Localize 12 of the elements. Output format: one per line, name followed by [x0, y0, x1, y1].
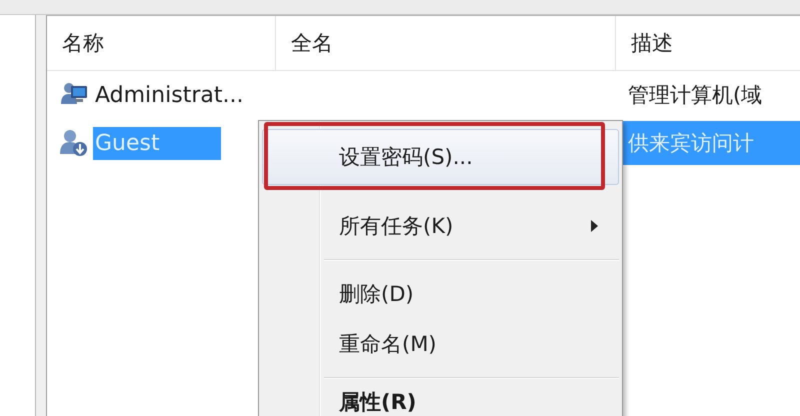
- column-header[interactable]: 全名: [276, 16, 616, 70]
- user-download-icon: [59, 128, 89, 158]
- menu-item[interactable]: 所有任务(K): [262, 201, 619, 251]
- user-description: 管理计算机(域: [627, 82, 764, 109]
- user-name[interactable]: Administrat...: [93, 78, 250, 112]
- column-header[interactable]: 描述: [616, 16, 800, 70]
- column-header[interactable]: 名称: [47, 16, 276, 70]
- menu-item[interactable]: 删除(D): [262, 269, 619, 319]
- menu-item[interactable]: 设置密码(S)...: [262, 129, 619, 185]
- menu-item[interactable]: 重命名(M): [262, 319, 619, 369]
- menu-item[interactable]: 属性(R): [262, 387, 619, 416]
- submenu-arrow-icon: [591, 220, 598, 232]
